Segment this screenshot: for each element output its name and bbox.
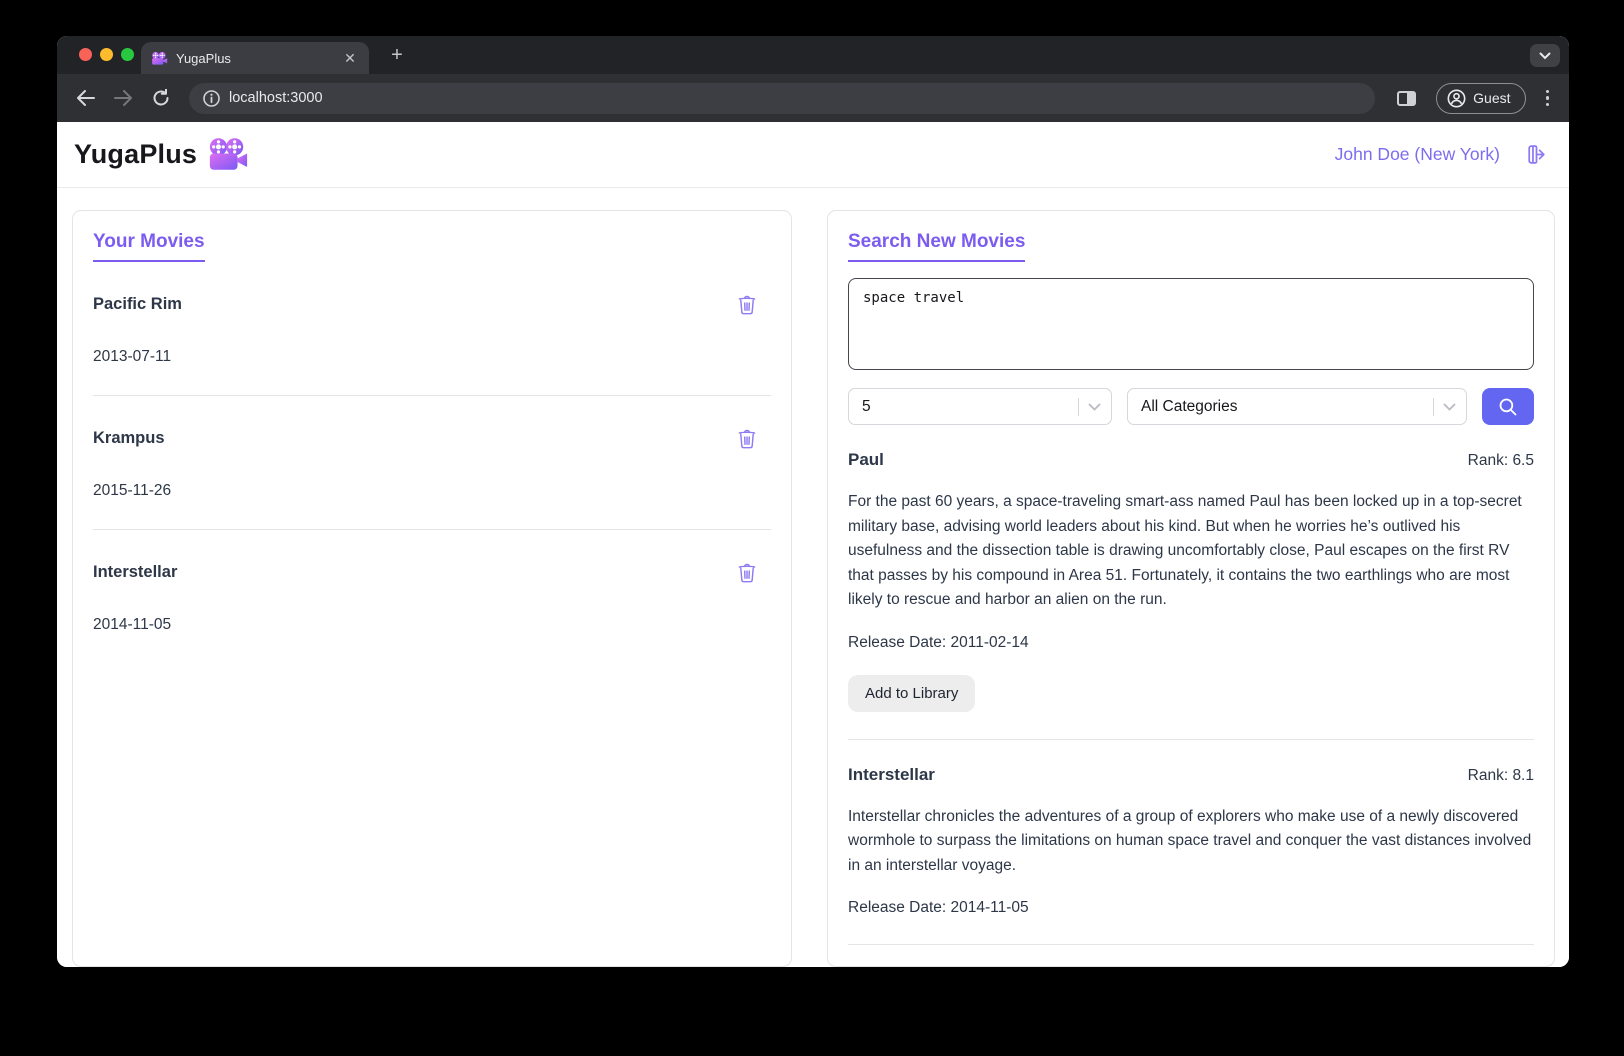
search-controls: 5 All Categories: [848, 388, 1534, 425]
app-header: YugaPlus John Doe (New York): [57, 122, 1569, 188]
delete-movie-button[interactable]: [735, 560, 759, 585]
tab-title: YugaPlus: [176, 50, 231, 66]
result-count-value: 5: [862, 397, 871, 415]
new-tab-button[interactable]: +: [383, 42, 411, 70]
logout-icon[interactable]: [1524, 142, 1549, 167]
search-result: Paul Rank: 6.5 For the past 60 years, a …: [848, 450, 1534, 740]
result-description: For the past 60 years, a space-traveling…: [848, 493, 1522, 608]
movie-title: Pacific Rim: [93, 295, 182, 313]
refresh-button[interactable]: [145, 82, 177, 114]
app-title: YugaPlus: [74, 139, 198, 169]
divider: [93, 529, 771, 530]
category-select[interactable]: All Categories: [1127, 388, 1467, 425]
maximize-window-button[interactable]: [121, 48, 134, 61]
brand: YugaPlus: [74, 137, 249, 172]
browser-toolbar: localhost:3000 Guest: [57, 74, 1569, 122]
movie-date: 2014-11-05: [93, 616, 172, 633]
favicon-movie-icon: [151, 51, 168, 66]
forward-arrow-icon: [113, 90, 132, 106]
movie-date: 2013-07-11: [93, 348, 172, 365]
profile-label: Guest: [1473, 90, 1511, 106]
delete-movie-button[interactable]: [735, 292, 759, 317]
profile-button[interactable]: Guest: [1436, 82, 1526, 114]
result-release-date: Release Date: 2011-02-14: [848, 633, 1029, 651]
search-query-input[interactable]: space travel: [848, 278, 1534, 370]
tab-close-icon[interactable]: ✕: [341, 49, 359, 67]
result-rank: Rank: 6.5: [1467, 452, 1534, 469]
list-item: Interstellar 2014-11-05: [93, 560, 771, 634]
result-count-select[interactable]: 5: [848, 388, 1112, 425]
movie-title: Krampus: [93, 429, 165, 447]
site-info-icon[interactable]: [203, 89, 220, 107]
chevron-down-icon: [1088, 403, 1101, 411]
tab-search-button[interactable]: [1530, 44, 1560, 67]
result-release-date: Release Date: 2014-11-05: [848, 899, 1029, 916]
close-window-button[interactable]: [79, 48, 92, 61]
divider: [93, 395, 771, 396]
movie-date: 2015-11-26: [93, 482, 172, 499]
trash-icon: [738, 295, 756, 315]
divider: [848, 944, 1534, 945]
user-profile-link[interactable]: John Doe (New York): [1335, 144, 1500, 165]
add-to-library-button[interactable]: Add to Library: [848, 674, 976, 712]
minimize-window-button[interactable]: [100, 48, 113, 61]
divider: [848, 738, 1534, 740]
list-item: Pacific Rim 2013-07-11: [93, 292, 771, 396]
logo-movie-camera-icon: [207, 137, 249, 172]
header-right: John Doe (New York): [1335, 142, 1549, 167]
menu-kebab-icon[interactable]: [1538, 86, 1558, 111]
search-button[interactable]: [1482, 388, 1534, 425]
result-title: Paul: [848, 450, 884, 469]
back-arrow-icon: [76, 90, 95, 106]
url-text[interactable]: localhost:3000: [229, 90, 323, 106]
result-title: Interstellar: [848, 764, 935, 784]
search-icon: [1499, 398, 1517, 415]
result-rank: Rank: 8.1: [1467, 766, 1534, 784]
divider: [1078, 397, 1079, 416]
back-button[interactable]: [69, 82, 101, 114]
refresh-icon: [153, 89, 169, 106]
divider: [1433, 397, 1434, 416]
yugaplus-page: YugaPlus John Doe (New York) Your Movies…: [57, 122, 1569, 967]
main-content: Your Movies Pacific Rim 2013-07-11 Kramp…: [57, 188, 1569, 967]
window-controls: [79, 48, 134, 61]
category-value: All Categories: [1141, 397, 1238, 415]
browser-window: YugaPlus ✕ + localhost:3000 Guest YugaPl…: [57, 36, 1569, 967]
browser-tab[interactable]: YugaPlus ✕: [141, 42, 369, 74]
chevron-down-icon: [1539, 52, 1551, 59]
result-description: Interstellar chronicles the adventures o…: [848, 807, 1532, 874]
side-panel-icon[interactable]: [1397, 90, 1417, 106]
list-item: Krampus 2015-11-26: [93, 426, 771, 530]
avatar-icon: [1447, 89, 1466, 107]
chevron-down-icon: [1443, 403, 1456, 411]
your-movies-title: Your Movies: [93, 231, 205, 262]
search-title: Search New Movies: [848, 231, 1026, 262]
tab-strip: YugaPlus ✕ +: [57, 36, 1569, 74]
search-panel: Search New Movies space travel 5 All Cat…: [827, 210, 1555, 967]
movie-title: Interstellar: [93, 563, 178, 581]
delete-movie-button[interactable]: [735, 426, 759, 451]
trash-icon: [738, 563, 756, 583]
trash-icon: [738, 429, 756, 449]
your-movies-panel: Your Movies Pacific Rim 2013-07-11 Kramp…: [72, 210, 792, 967]
search-result: Interstellar Rank: 8.1 Interstellar chro…: [848, 764, 1534, 945]
address-bar[interactable]: localhost:3000: [189, 82, 1376, 114]
forward-button[interactable]: [107, 82, 139, 114]
